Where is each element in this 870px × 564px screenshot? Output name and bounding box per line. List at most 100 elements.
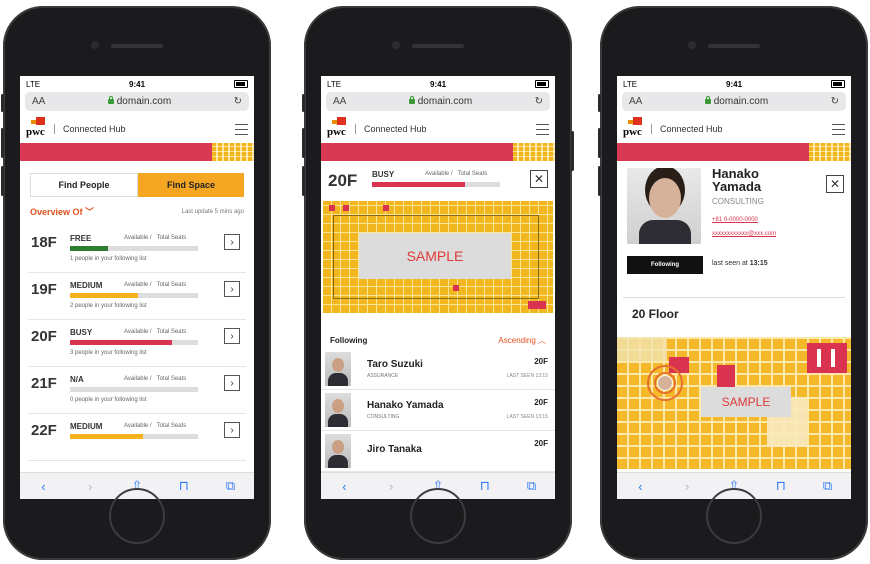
status-bar: LTE 9:41 bbox=[617, 76, 851, 92]
hamburger-menu-icon[interactable] bbox=[235, 123, 248, 135]
tab-find-space[interactable]: Find Space bbox=[138, 173, 244, 197]
home-button[interactable] bbox=[706, 488, 762, 544]
person-row[interactable]: Jiro Tanaka 20F bbox=[321, 431, 555, 472]
volume-up-button bbox=[598, 128, 601, 158]
close-icon[interactable]: ✕ bbox=[530, 170, 548, 188]
bookmarks-icon[interactable]: ⊓ bbox=[175, 478, 193, 494]
floor-row[interactable]: 20F BUSY Available / Total Seats 3 people i… bbox=[28, 320, 246, 367]
lock-icon bbox=[107, 96, 114, 104]
address-bar[interactable]: AA domain.com ↻ bbox=[25, 92, 249, 111]
chevron-right-icon[interactable]: › bbox=[224, 375, 240, 391]
domain-text: domain.com bbox=[116, 96, 172, 107]
back-icon[interactable]: ‹ bbox=[631, 479, 649, 494]
floor-row[interactable]: 19F MEDIUM Available / Total Seats 2 people… bbox=[28, 273, 246, 320]
floor-status: FREE bbox=[70, 234, 92, 243]
map-sample-area: SAMPLE bbox=[701, 387, 791, 417]
profile-phone-link[interactable]: +81 0-0000-0000 bbox=[712, 217, 758, 223]
lock-icon bbox=[704, 96, 711, 104]
clock: 9:41 bbox=[129, 79, 146, 89]
pwc-logo: pwc bbox=[26, 117, 45, 138]
domain-text: domain.com bbox=[417, 96, 473, 107]
occupancy-bar bbox=[70, 293, 198, 298]
floor-list: 18F FREE Available / Total Seats 1 people i… bbox=[20, 226, 254, 461]
chevron-right-icon[interactable]: › bbox=[224, 281, 240, 297]
reload-icon[interactable]: ↻ bbox=[234, 96, 242, 107]
volume-up-button bbox=[302, 128, 305, 158]
floor-number: 20F bbox=[31, 328, 57, 345]
chevron-right-icon[interactable]: › bbox=[224, 234, 240, 250]
phone-frame-3: LTE 9:41 AA domain.com ↻ pwc Connected H… bbox=[598, 6, 868, 560]
brand-band bbox=[20, 143, 254, 161]
url-display[interactable]: domain.com bbox=[704, 96, 769, 107]
floor-row[interactable]: 22F MEDIUM Available / Total Seats › bbox=[28, 414, 246, 461]
chevron-right-icon[interactable]: › bbox=[224, 328, 240, 344]
overview-header: Overview Of ﹀ Last update 5 mins ago bbox=[20, 205, 254, 218]
home-button[interactable] bbox=[109, 488, 165, 544]
reload-icon[interactable]: ↻ bbox=[535, 96, 543, 107]
url-display[interactable]: domain.com bbox=[107, 96, 172, 107]
tabs-icon[interactable]: ⧉ bbox=[222, 478, 240, 494]
hamburger-menu-icon[interactable] bbox=[832, 123, 845, 135]
back-icon[interactable]: ‹ bbox=[34, 479, 52, 494]
floor-row[interactable]: 18F FREE Available / Total Seats 1 people i… bbox=[28, 226, 246, 273]
person-floor: 20F bbox=[534, 398, 548, 407]
floor-status: BUSY bbox=[70, 328, 93, 337]
following-button[interactable]: Following bbox=[627, 256, 703, 274]
floor-status: N/A bbox=[70, 375, 84, 384]
tabs-icon[interactable]: ⧉ bbox=[819, 478, 837, 494]
bookmarks-icon[interactable]: ⊓ bbox=[476, 478, 494, 494]
seats-label: Available / Total Seats bbox=[124, 423, 187, 429]
address-bar[interactable]: AA domain.com ↻ bbox=[326, 92, 550, 111]
status-bar: LTE 9:41 bbox=[321, 76, 555, 92]
url-display[interactable]: domain.com bbox=[408, 96, 473, 107]
floor-row[interactable]: 21F N/A Available / Total Seats 0 people in… bbox=[28, 367, 246, 414]
home-button[interactable] bbox=[410, 488, 466, 544]
hamburger-menu-icon[interactable] bbox=[536, 123, 549, 135]
floor-map[interactable]: SAMPLE bbox=[617, 337, 851, 469]
floor-status: MEDIUM bbox=[70, 281, 103, 290]
chevron-right-icon[interactable]: › bbox=[224, 422, 240, 438]
person-name: Jiro Tanaka bbox=[367, 444, 422, 455]
power-button bbox=[571, 131, 574, 171]
front-camera bbox=[91, 41, 99, 49]
clock: 9:41 bbox=[726, 79, 743, 89]
pwc-logo: pwc bbox=[327, 117, 346, 138]
close-icon[interactable]: ✕ bbox=[826, 175, 844, 193]
forward-icon[interactable]: › bbox=[678, 479, 696, 494]
clock: 9:41 bbox=[430, 79, 447, 89]
person-location-pin[interactable] bbox=[647, 365, 683, 401]
following-count: 0 people in your following list bbox=[70, 397, 147, 403]
bookmarks-icon[interactable]: ⊓ bbox=[772, 478, 790, 494]
floor-map[interactable]: SAMPLE bbox=[323, 201, 553, 313]
domain-text: domain.com bbox=[713, 96, 769, 107]
reload-icon[interactable]: ↻ bbox=[831, 96, 839, 107]
overview-dropdown[interactable]: Overview Of ﹀ bbox=[30, 205, 94, 218]
phone-frame-1: LTE 9:41 AA domain.com ↻ pwc Connected H… bbox=[1, 6, 271, 560]
forward-icon[interactable]: › bbox=[81, 479, 99, 494]
app-header: pwc Connected Hub bbox=[617, 115, 851, 143]
text-size-button[interactable]: AA bbox=[333, 96, 346, 107]
text-size-button[interactable]: AA bbox=[32, 96, 45, 107]
person-row[interactable]: Hanako Yamada CONSULTING 20F LAST SEEN 13:1… bbox=[321, 390, 555, 431]
person-row[interactable]: Taro Suzuki ASSURANCE 20F LAST SEEN 13:15 bbox=[321, 349, 555, 390]
floor-number: 21F bbox=[31, 375, 57, 392]
floor-status: MEDIUM bbox=[70, 422, 103, 431]
address-bar[interactable]: AA domain.com ↻ bbox=[622, 92, 846, 111]
tabs-icon[interactable]: ⧉ bbox=[523, 478, 541, 494]
seats-label: Available / Total Seats bbox=[124, 376, 187, 382]
forward-icon[interactable]: › bbox=[382, 479, 400, 494]
sort-dropdown[interactable]: Ascending ︿ bbox=[498, 335, 546, 346]
floor-title: 20 Floor bbox=[623, 297, 845, 329]
volume-down-button bbox=[302, 166, 305, 196]
person-name: Taro Suzuki bbox=[367, 359, 423, 370]
avatar bbox=[325, 393, 351, 427]
text-size-button[interactable]: AA bbox=[629, 96, 642, 107]
person-last-seen: LAST SEEN 13:15 bbox=[506, 373, 548, 379]
app-header: pwc Connected Hub bbox=[20, 115, 254, 143]
tab-find-people[interactable]: Find People bbox=[30, 173, 138, 197]
profile-email-link[interactable]: xxxxxxxxxxxx@xxx.com bbox=[712, 231, 776, 237]
occupancy-bar bbox=[70, 387, 198, 392]
person-floor: 20F bbox=[534, 357, 548, 366]
back-icon[interactable]: ‹ bbox=[335, 479, 353, 494]
status-bar: LTE 9:41 bbox=[20, 76, 254, 92]
